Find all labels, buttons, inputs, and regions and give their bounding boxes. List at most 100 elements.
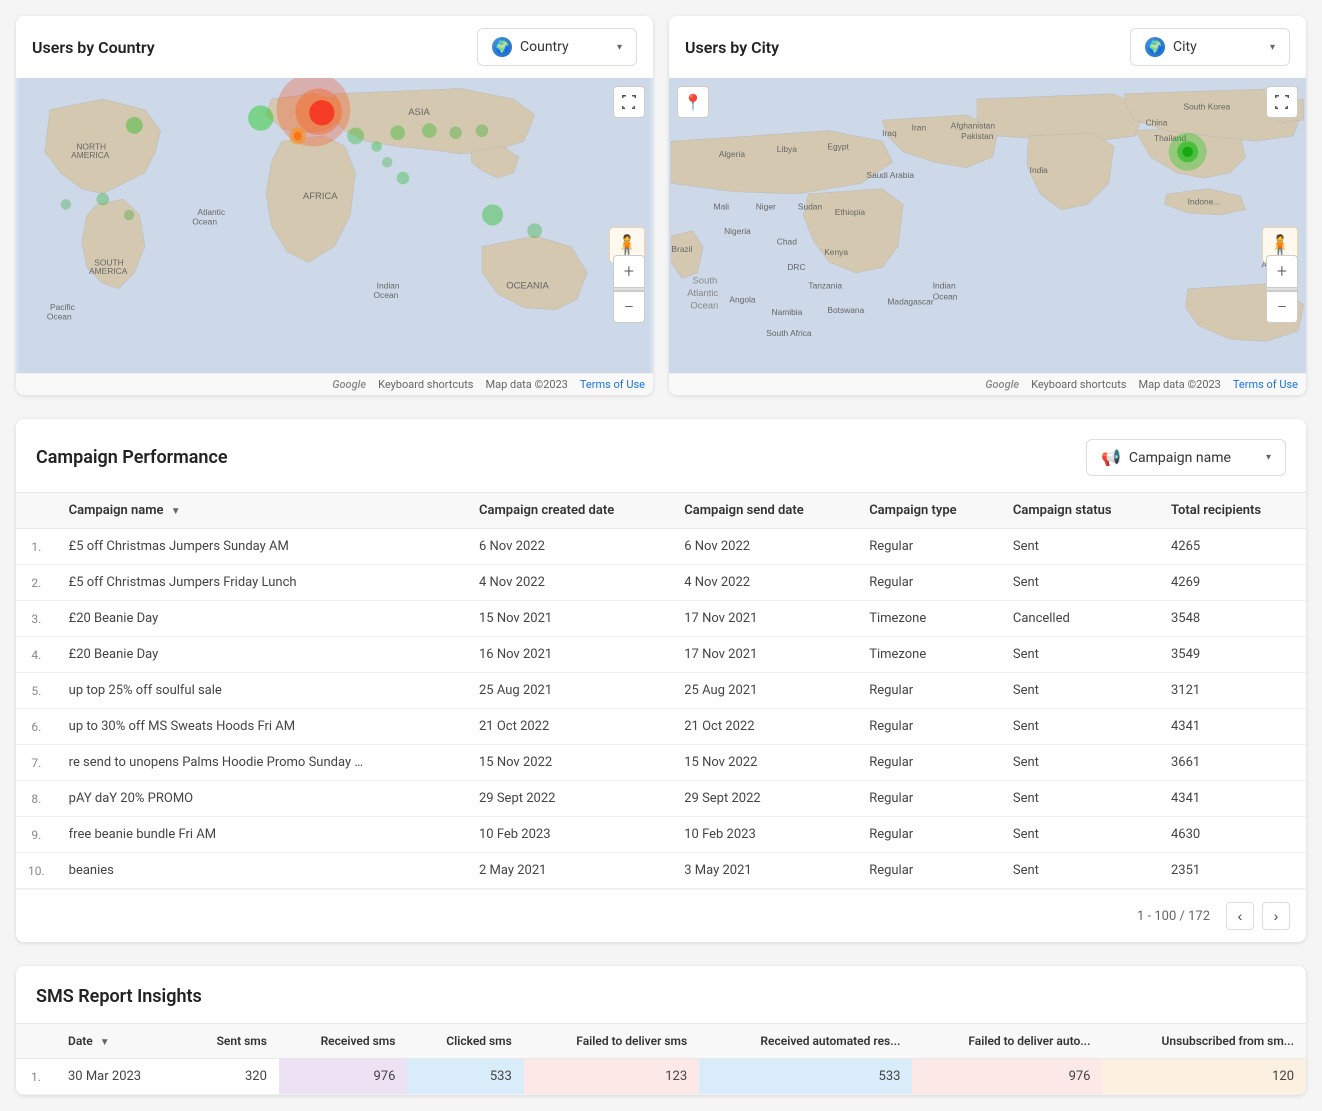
- pagination-next-button[interactable]: ›: [1262, 902, 1290, 930]
- svg-text:DRC: DRC: [787, 262, 805, 272]
- cell-campaign-name: £20 Beanie Day: [57, 637, 467, 673]
- cell-status: Sent: [1001, 673, 1159, 709]
- cell-campaign-name: £5 off Christmas Jumpers Friday Lunch: [57, 565, 467, 601]
- cell-num: 10.: [16, 853, 57, 889]
- country-map-title: Users by Country: [32, 38, 155, 57]
- country-dropdown[interactable]: 🌍 Country ▾: [477, 28, 637, 66]
- svg-text:South Africa: South Africa: [766, 328, 812, 338]
- col-created-date: Campaign created date: [467, 493, 672, 529]
- globe-icon: 🌍: [492, 37, 512, 57]
- campaign-dropdown-label: Campaign name: [1129, 450, 1231, 466]
- cell-status: Sent: [1001, 637, 1159, 673]
- sms-col-received-auto: Received automated res...: [699, 1024, 912, 1059]
- cell-recipients: 4265: [1159, 529, 1306, 565]
- pagination-info: 1 - 100 / 172: [1137, 909, 1210, 924]
- keyboard-shortcuts-city[interactable]: Keyboard shortcuts: [1031, 378, 1126, 391]
- city-globe-icon: 🌍: [1145, 37, 1165, 57]
- svg-text:Indone...: Indone...: [1188, 196, 1221, 206]
- cell-campaign-name: free beanie bundle Fri AM: [57, 817, 467, 853]
- sms-cell-clicked: 533: [407, 1059, 523, 1095]
- cell-status: Cancelled: [1001, 601, 1159, 637]
- cell-type: Regular: [857, 817, 1001, 853]
- sms-col-date[interactable]: Date ▼: [56, 1024, 182, 1059]
- sms-section: SMS Report Insights Date ▼ Sent sms Rece…: [16, 966, 1306, 1095]
- cell-created-date: 25 Aug 2021: [467, 673, 672, 709]
- cell-recipients: 3549: [1159, 637, 1306, 673]
- svg-text:South: South: [693, 275, 718, 286]
- cell-status: Sent: [1001, 781, 1159, 817]
- pagination-prev-button[interactable]: ‹: [1226, 902, 1254, 930]
- sms-table: Date ▼ Sent sms Received sms Clicked sms…: [16, 1023, 1306, 1095]
- table-row: 4. £20 Beanie Day 16 Nov 2021 17 Nov 202…: [16, 637, 1306, 673]
- terms-city[interactable]: Terms of Use: [1233, 378, 1298, 391]
- sms-table-body: 1. 30 Mar 2023 320 976 533 123 533 976 1…: [16, 1059, 1306, 1095]
- svg-text:Atlantic: Atlantic: [687, 288, 718, 299]
- city-zoom-out-button[interactable]: −: [1266, 291, 1298, 323]
- table-row: 9. free beanie bundle Fri AM 10 Feb 2023…: [16, 817, 1306, 853]
- cell-recipients: 3121: [1159, 673, 1306, 709]
- cell-created-date: 15 Nov 2022: [467, 745, 672, 781]
- cell-num: 3.: [16, 601, 57, 637]
- city-map-title: Users by City: [685, 38, 779, 57]
- city-dropdown[interactable]: 🌍 City ▾: [1130, 28, 1290, 66]
- cell-status: Sent: [1001, 709, 1159, 745]
- cell-num: 1.: [16, 529, 57, 565]
- sms-col-failed: Failed to deliver sms: [524, 1024, 699, 1059]
- col-campaign-name[interactable]: Campaign name ▼: [57, 493, 467, 529]
- cell-send-date: 4 Nov 2022: [672, 565, 857, 601]
- cell-recipients: 3548: [1159, 601, 1306, 637]
- map-data-country: Map data ©2023: [486, 378, 568, 391]
- svg-text:ASIA: ASIA: [408, 107, 430, 118]
- cell-send-date: 25 Aug 2021: [672, 673, 857, 709]
- cell-send-date: 10 Feb 2023: [672, 817, 857, 853]
- cell-recipients: 4630: [1159, 817, 1306, 853]
- svg-text:AFRICA: AFRICA: [303, 191, 338, 202]
- google-logo-city: Google: [985, 378, 1019, 391]
- city-dropdown-label: City: [1173, 39, 1197, 55]
- google-logo-country: Google: [332, 378, 366, 391]
- campaign-dropdown[interactable]: 📢 Campaign name ▾: [1086, 439, 1286, 476]
- col-status: Campaign status: [1001, 493, 1159, 529]
- svg-text:Algeria: Algeria: [719, 149, 745, 159]
- sms-cell-sent: 320: [182, 1059, 279, 1095]
- city-map-container: Algeria Libya Egypt Iraq Iran Afghanista…: [669, 78, 1306, 373]
- campaign-dropdown-inner: 📢 Campaign name: [1101, 448, 1231, 467]
- svg-text:OCEANIA: OCEANIA: [506, 281, 549, 292]
- terms-country[interactable]: Terms of Use: [580, 378, 645, 391]
- svg-text:Pakistan: Pakistan: [961, 131, 994, 141]
- cell-type: Regular: [857, 565, 1001, 601]
- cell-campaign-name: up top 25% off soulful sale: [57, 673, 467, 709]
- cell-num: 6.: [16, 709, 57, 745]
- cell-num: 9.: [16, 817, 57, 853]
- fullscreen-button-country[interactable]: [613, 86, 645, 118]
- country-dropdown-inner: 🌍 Country: [492, 37, 569, 57]
- cell-created-date: 2 May 2021: [467, 853, 672, 889]
- zoom-out-button[interactable]: −: [613, 291, 645, 323]
- fullscreen-button-city[interactable]: [1266, 86, 1298, 118]
- cell-campaign-name: up to 30% off MS Sweats Hoods Fri AM: [57, 709, 467, 745]
- sms-cell-received-auto: 533: [699, 1059, 912, 1095]
- country-map-card: Users by Country 🌍 Country ▾: [16, 16, 653, 395]
- keyboard-shortcuts-country[interactable]: Keyboard shortcuts: [378, 378, 473, 391]
- table-row: 1. £5 off Christmas Jumpers Sunday AM 6 …: [16, 529, 1306, 565]
- zoom-in-button[interactable]: +: [613, 255, 645, 287]
- cell-recipients: 3661: [1159, 745, 1306, 781]
- sms-cell-received: 976: [279, 1059, 408, 1095]
- svg-text:Ocean: Ocean: [47, 311, 72, 321]
- svg-text:Iran: Iran: [912, 123, 927, 133]
- campaign-section: Campaign Performance 📢 Campaign name ▾ C…: [16, 419, 1306, 942]
- cell-type: Timezone: [857, 601, 1001, 637]
- cell-type: Regular: [857, 529, 1001, 565]
- city-zoom-in-button[interactable]: +: [1266, 255, 1298, 287]
- cell-num: 5.: [16, 673, 57, 709]
- sort-indicator: ▼: [171, 506, 181, 517]
- map-pin-icon[interactable]: 📍: [677, 86, 709, 118]
- svg-text:Niger: Niger: [756, 202, 776, 212]
- cell-status: Sent: [1001, 817, 1159, 853]
- svg-text:Kenya: Kenya: [824, 247, 848, 257]
- svg-text:Botswana: Botswana: [827, 305, 864, 315]
- cell-campaign-name: £5 off Christmas Jumpers Sunday AM: [57, 529, 467, 565]
- chevron-down-icon: ▾: [617, 42, 622, 53]
- cell-num: 4.: [16, 637, 57, 673]
- campaign-table-head: Campaign name ▼ Campaign created date Ca…: [16, 493, 1306, 529]
